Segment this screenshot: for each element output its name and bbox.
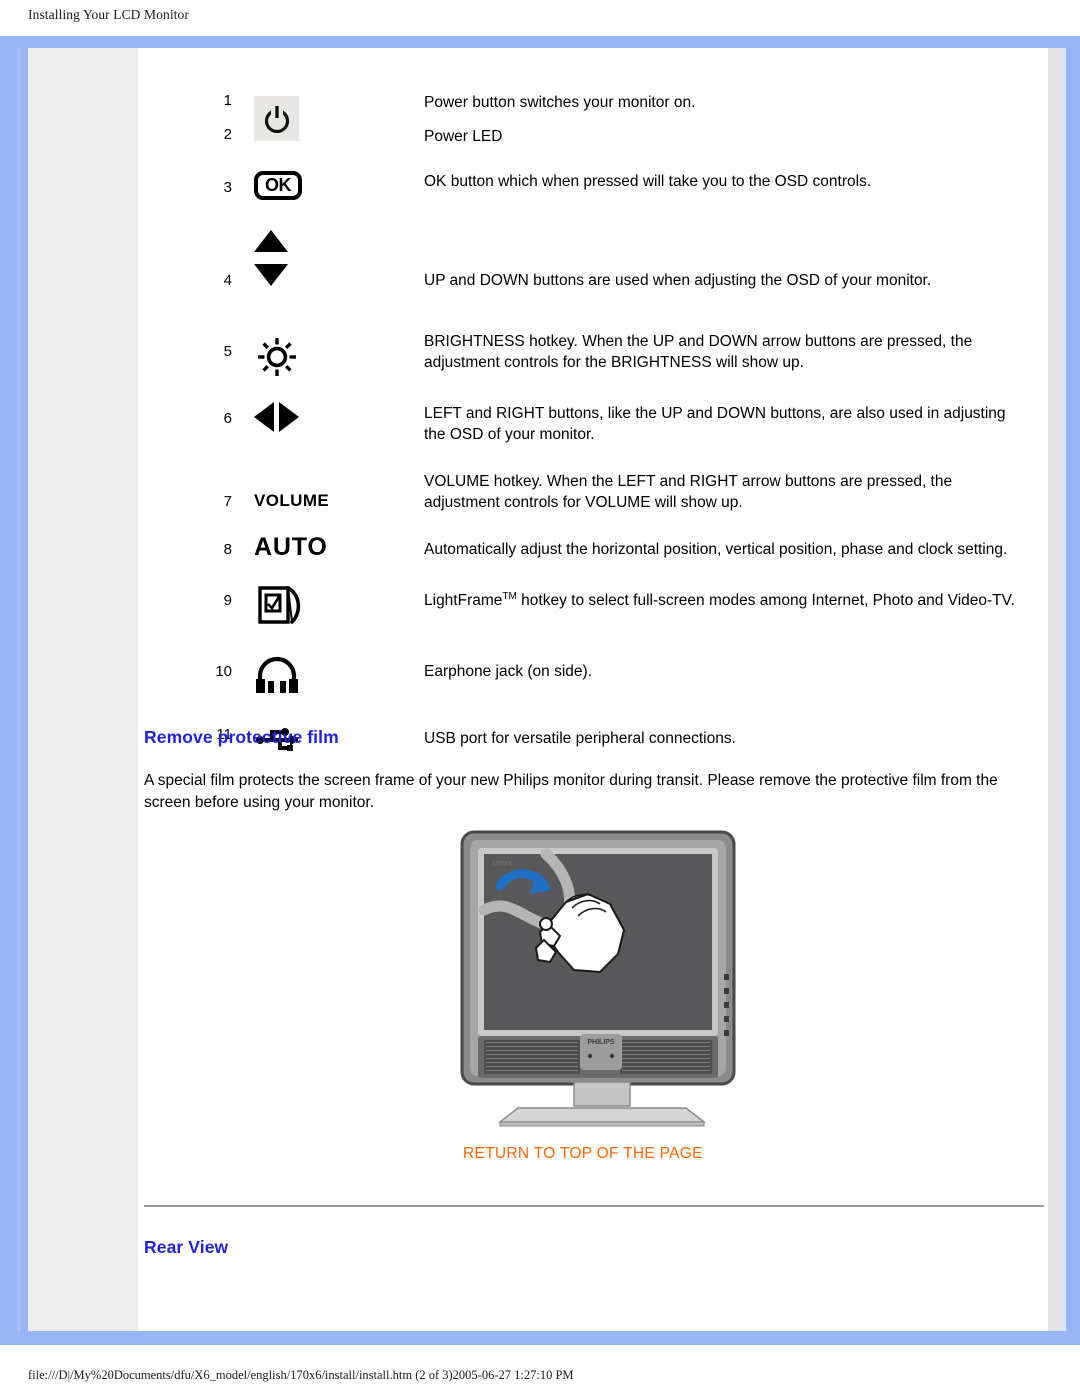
ok-button-icon: OK [254,171,302,200]
svg-text:170X6: 170X6 [492,861,512,868]
row-number: 7 [223,493,232,510]
row-description: USB port for versatile peripheral connec… [424,730,736,747]
remove-film-paragraph: A special film protects the screen frame… [144,772,998,811]
page-header-title: Installing Your LCD Monitor [28,7,189,22]
row-number: 1 [223,92,232,109]
table-row: 8 AUTO Automatically adjust the horizont… [198,513,1018,562]
sidebar-column [28,48,138,1331]
scrollbar[interactable] [1048,48,1062,1331]
table-row: 5 BRIGHTNESS hotkey. When the UP and DOW… [198,291,1018,384]
row-description: VOLUME hotkey. When the LEFT and RIGHT a… [424,473,953,511]
row-number: 5 [223,343,232,360]
power-button-icon-cell [232,48,394,147]
frame-left-stripe [17,48,21,1331]
down-arrow-icon [254,264,394,286]
row-number: 10 [215,663,232,680]
lightframe-icon-cell [232,562,394,633]
lightframe-desc-prefix: LightFrame [424,592,503,610]
table-row: 1 Power button switches your monitor on. [198,48,1018,141]
scrollbar-track-line [1062,48,1066,1331]
table-row: 4 UP and DOWN buttons are used when adju… [198,200,1018,291]
ok-button-icon-cell: OK [232,147,394,200]
brightness-icon [258,338,296,376]
section-heading-rear-view: Rear View [144,1237,229,1257]
brand-logo: PHILIPS [587,1039,615,1046]
headphone-icon [256,656,298,693]
table-row: 7 VOLUME VOLUME hotkey. When the LEFT an… [198,445,1018,513]
left-arrow-icon [254,402,274,432]
row-number: 4 [223,272,232,289]
row-number: 3 [223,179,232,196]
row-description: OK button which when pressed will take y… [424,173,872,190]
table-row: 10 Earphone jack (on side). [198,633,1018,702]
section-heading-remove-film: Remove protective film [144,727,339,747]
right-arrow-icon [279,402,299,432]
auto-label-icon: AUTO [254,533,328,561]
return-to-top-link[interactable]: RETURN TO TOP OF THE PAGE [463,1145,703,1163]
section-divider [144,1205,1044,1207]
row-description: Power LED [424,128,503,145]
volume-label-icon: VOLUME [254,491,330,510]
row-description: LightFrameTM hotkey to select full-scree… [394,562,1018,633]
row-description: Earphone jack (on side). [424,663,593,680]
power-button-icon [254,96,299,141]
row-number: 8 [223,541,232,558]
controls-table: 1 Power button switches your monitor on.… [198,48,1018,761]
table-row: 9 LightFrameTM hotkey to select full-scr… [198,562,1018,633]
left-right-arrows-icon [254,402,394,432]
lightframe-desc-rest: hotkey to select full-screen modes among… [516,592,1015,610]
brightness-icon-cell [232,291,394,384]
row-description: Automatically adjust the horizontal posi… [424,541,1008,558]
page-footer-path: file:///D|/My%20Documents/dfu/X6_model/e… [28,1368,574,1382]
volume-label-icon-cell: VOLUME [232,445,394,513]
row-description: BRIGHTNESS hotkey. When the UP and DOWN … [424,333,973,371]
row-number: 9 [223,592,232,609]
row-description: UP and DOWN buttons are used when adjust… [424,272,932,289]
lightframe-icon [258,586,301,624]
left-right-arrows-icon-cell [232,384,394,445]
headphone-icon-cell [232,633,394,702]
table-row: 3 OK OK button which when pressed will t… [198,147,1018,200]
up-down-arrows-icon-cell [232,200,394,291]
auto-label-icon-cell: AUTO [232,513,394,562]
up-arrow-icon [254,230,394,252]
row-description: Power button switches your monitor on. [424,94,696,111]
lightframe-desc-trademark: TM [502,591,517,602]
monitor-illustration: 170X6 PHILIPS [448,828,758,1128]
table-row: 6 LEFT and RIGHT buttons, like the UP an… [198,384,1018,445]
row-number: 2 [223,126,232,143]
row-number: 6 [223,410,232,427]
row-description: LEFT and RIGHT buttons, like the UP and … [424,405,1006,443]
